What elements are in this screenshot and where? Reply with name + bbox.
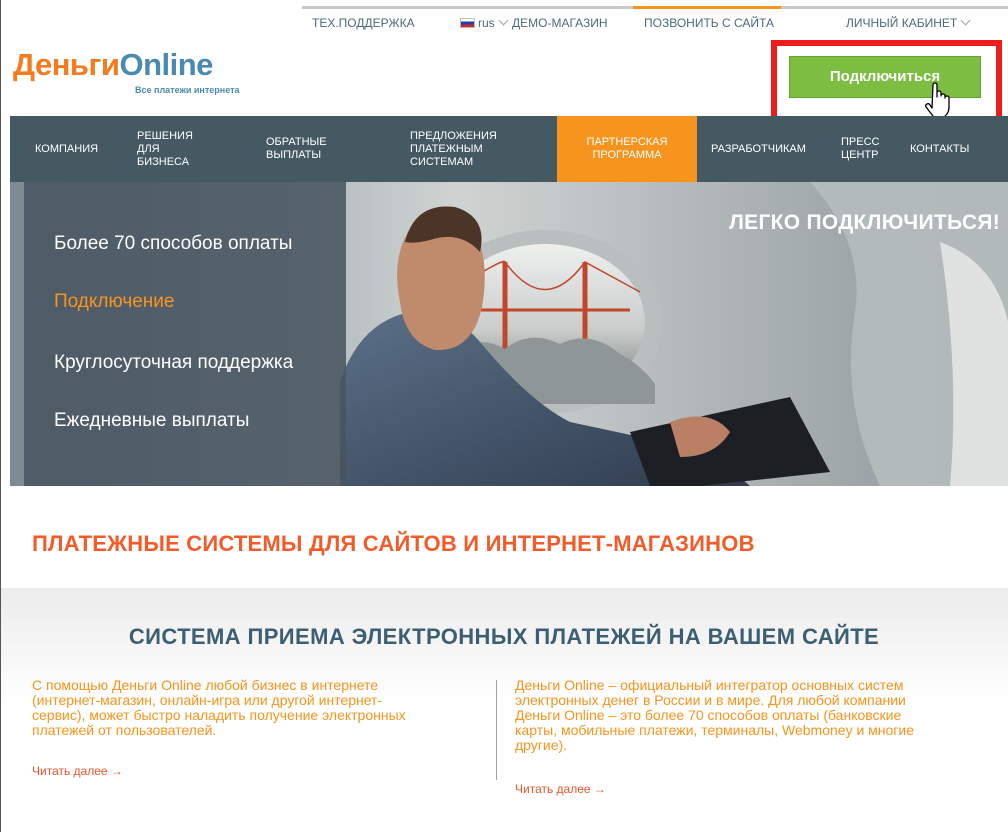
nav-item-payment-systems-offers[interactable]: ПРЕДЛОЖЕНИЯ ПЛАТЕЖНЫМ СИСТЕМАМ <box>410 116 497 182</box>
nav-item-label: КОНТАКТЫ <box>910 142 970 155</box>
logo-part-dengi: Деньги <box>13 47 120 82</box>
hero-item-payment-methods[interactable]: Более 70 способов оплаты <box>54 233 292 255</box>
tab-indicator <box>302 6 450 9</box>
nav-item-business-solutions[interactable]: РЕШЕНИЯ ДЛЯ БИЗНЕСА <box>137 116 193 182</box>
tech-support-link[interactable]: ТЕХ.ПОДДЕРЖКА <box>312 16 415 30</box>
right-text-column: Деньги Online – официальный интегратор о… <box>515 678 985 753</box>
nav-item-partner-program[interactable]: ПАРТНЕРСКАЯ ПРОГРАММА <box>557 116 697 182</box>
hero-title: ЛЕГКО ПОДКЛЮЧИТЬСЯ! <box>729 211 1000 234</box>
nav-item-label: ПРЕДЛОЖЕНИЯ ПЛАТЕЖНЫМ СИСТЕМАМ <box>410 130 497 169</box>
nav-item-company[interactable]: КОМПАНИЯ <box>35 116 98 182</box>
tab-indicator <box>781 6 1008 9</box>
logo-tagline: Все платежи интернета <box>135 85 240 95</box>
personal-account-menu[interactable]: ЛИЧНЫЙ КАБИНЕТ <box>846 15 971 30</box>
nav-item-label: ПАРТНЕРСКАЯ ПРОГРАММА <box>587 136 668 162</box>
nav-line: ПРЕДЛОЖЕНИЯ <box>410 129 497 142</box>
read-more-link-right[interactable]: Читать далее → <box>515 782 606 796</box>
nav-item-label: КОМПАНИЯ <box>35 142 99 155</box>
text-line: (интернет-магазин, онлайн-игра или друго… <box>32 692 383 708</box>
tab-indicator <box>503 6 633 9</box>
logo[interactable]: ДеньгиOnline Все платежи интернета <box>13 48 240 96</box>
nav-item-label: РАЗРАБОТЧИКАМ <box>711 142 806 155</box>
main-nav: КОМПАНИЯ РЕШЕНИЯ ДЛЯ БИЗНЕСА ОБРАТНЫЕ ВЫ… <box>10 116 1008 182</box>
text-line: Деньги Online – это более 70 способов оп… <box>515 707 902 723</box>
chevron-down-icon <box>498 15 509 26</box>
hero-item-payouts[interactable]: Ежедневные выплаты <box>54 410 249 432</box>
logo-part-online: Online <box>119 47 213 82</box>
read-more-link-left[interactable]: Читать далее → <box>32 764 123 778</box>
left-text-column: С помощью Деньги Online любой бизнес в и… <box>32 678 472 738</box>
nav-line: ДЛЯ <box>137 142 160 155</box>
logo-wordmark: ДеньгиOnline <box>13 48 213 82</box>
nav-line: РЕШЕНИЯ <box>137 129 193 142</box>
text-line: карты, мобильные платежи, терминалы, Web… <box>515 722 915 738</box>
text-line: С помощью Деньги Online любой бизнес в и… <box>32 677 379 693</box>
text-line: электронных денег в России и в мире. Для… <box>515 692 906 708</box>
nav-line: ЦЕНТР <box>841 149 879 161</box>
nav-item-developers[interactable]: РАЗРАБОТЧИКАМ <box>711 116 806 182</box>
nav-item-label: ОБРАТНЫЕ ВЫПЛАТЫ <box>266 136 327 162</box>
tab-indicator-active <box>633 6 781 9</box>
text-line: сервис), может быстро наладить получение… <box>32 707 406 723</box>
nav-item-contacts[interactable]: КОНТАКТЫ <box>910 116 969 182</box>
column-divider <box>496 680 497 780</box>
section-subtitle: СИСТЕМА ПРИЕМА ЭЛЕКТРОННЫХ ПЛАТЕЖЕЙ НА В… <box>128 624 880 649</box>
nav-line: ПРЕСС <box>841 136 880 148</box>
nav-item-label: РЕШЕНИЯ ДЛЯ БИЗНЕСА <box>137 130 193 169</box>
chevron-down-icon <box>960 15 971 26</box>
nav-item-payouts[interactable]: ОБРАТНЫЕ ВЫПЛАТЫ <box>266 116 327 182</box>
hero-item-connection[interactable]: Подключение <box>54 291 174 313</box>
call-from-site-link[interactable]: ПОЗВОНИТЬ С САЙТА <box>644 16 774 30</box>
hero-features-panel: Более 70 способов оплаты Подключение Кру… <box>24 182 346 486</box>
tab-indicator <box>450 6 503 9</box>
nav-line: БИЗНЕСА <box>137 155 190 168</box>
nav-line: ПРОГРАММА <box>592 149 662 161</box>
language-selector[interactable]: rus <box>460 15 509 30</box>
nav-item-press-center[interactable]: ПРЕСС ЦЕНТР <box>841 116 879 182</box>
nav-line: ПЛАТЕЖНЫМ <box>410 142 483 155</box>
text-line: платежей от пользователей. <box>32 722 217 738</box>
hand-cursor-icon <box>925 82 950 120</box>
hero-banner: Более 70 способов оплаты Подключение Кру… <box>10 182 1008 486</box>
language-label: rus <box>478 16 495 30</box>
nav-line: СИСТЕМАМ <box>410 155 474 168</box>
hero-item-support[interactable]: Круглосуточная поддержка <box>54 352 293 374</box>
nav-line: ПАРТНЕРСКАЯ <box>586 136 668 148</box>
demo-shop-link[interactable]: ДЕМО-МАГАЗИН <box>512 16 608 30</box>
text-line: Деньги Online – официальный интегратор о… <box>515 677 904 693</box>
text-line: другие). <box>515 737 568 753</box>
flag-ru-icon <box>460 18 475 28</box>
nav-item-label: ПРЕСС ЦЕНТР <box>841 136 879 162</box>
page-title: ПЛАТЕЖНЫЕ СИСТЕМЫ ДЛЯ САЙТОВ И ИНТЕРНЕТ-… <box>32 531 755 556</box>
top-utility-bar: ТЕХ.ПОДДЕРЖКА rus ДЕМО-МАГАЗИН ПОЗВОНИТЬ… <box>300 0 1008 36</box>
nav-line: ВЫПЛАТЫ <box>266 149 322 161</box>
personal-account-label: ЛИЧНЫЙ КАБИНЕТ <box>846 16 958 30</box>
nav-line: ОБРАТНЫЕ <box>266 136 327 148</box>
